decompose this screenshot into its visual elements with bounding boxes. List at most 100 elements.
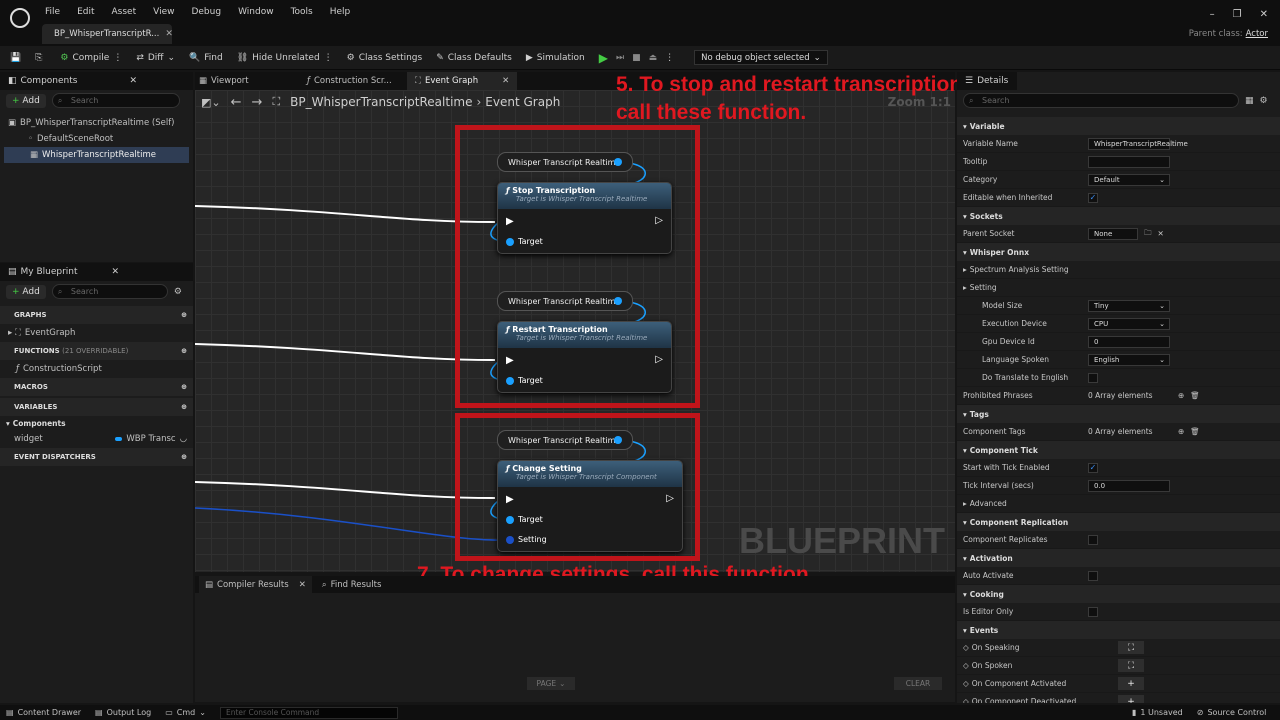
- debug-object-select[interactable]: No debug object selected ⌄: [694, 50, 828, 65]
- component-defaultsceneroot[interactable]: ◦ DefaultSceneRoot: [0, 131, 193, 147]
- minimize-icon[interactable]: –: [1210, 9, 1215, 20]
- view-event-icon[interactable]: ⛶: [1118, 641, 1144, 654]
- clear-icon[interactable]: ✕: [1158, 229, 1164, 238]
- parent-class-value[interactable]: Actor: [1246, 29, 1268, 39]
- component-whispertranscriptrealtime[interactable]: ▦ WhisperTranscriptRealtime: [4, 147, 189, 163]
- components-search-input[interactable]: ⌕ Search: [51, 93, 180, 108]
- property-checkbox[interactable]: ✓: [1088, 462, 1098, 473]
- add-circle-icon[interactable]: ⊕: [1178, 391, 1184, 400]
- close-tab-icon[interactable]: ✕: [165, 29, 173, 39]
- menu-help[interactable]: Help: [330, 7, 351, 17]
- class-settings-button[interactable]: ⚙ Class Settings: [347, 53, 423, 63]
- details-row[interactable]: ▾ Component Tick: [957, 441, 1280, 459]
- menu-window[interactable]: Window: [238, 7, 274, 17]
- browse-socket-icon[interactable]: 🗀: [1144, 227, 1152, 240]
- find-button[interactable]: 🔍 Find: [189, 53, 223, 63]
- class-defaults-button[interactable]: ✎ Class Defaults: [436, 53, 512, 63]
- property-input[interactable]: [1088, 155, 1170, 168]
- play-icon[interactable]: ▶: [599, 51, 608, 65]
- details-row[interactable]: ▾ Sockets: [957, 207, 1280, 225]
- property-checkbox[interactable]: [1088, 606, 1098, 617]
- gear-icon[interactable]: ⚙: [1260, 96, 1268, 106]
- trash-icon[interactable]: 🗑: [1190, 427, 1200, 436]
- property-dropdown[interactable]: Default ⌄: [1088, 173, 1170, 186]
- property-checkbox[interactable]: ✓: [1088, 192, 1098, 203]
- details-row[interactable]: ▸ Setting: [957, 279, 1280, 297]
- details-search-input[interactable]: ⌕ Search: [963, 93, 1239, 108]
- unsaved-indicator[interactable]: ▮ 1 Unsaved: [1132, 708, 1183, 717]
- add-member-button[interactable]: + Add: [6, 284, 46, 299]
- my-blueprint-tab[interactable]: ▤ My Blueprint ✕: [0, 263, 193, 281]
- more-icon[interactable]: ⋮: [665, 53, 674, 63]
- details-row[interactable]: ▾ Whisper Onnx: [957, 243, 1280, 261]
- details-row[interactable]: ▾ Cooking: [957, 585, 1280, 603]
- compile-button[interactable]: ⚙ Compile ⋮: [60, 53, 122, 63]
- diff-button[interactable]: ⇄ Diff ⌄: [136, 53, 175, 63]
- menu-view[interactable]: View: [153, 7, 174, 17]
- simulation-button[interactable]: ▶ Simulation: [526, 53, 585, 63]
- variables-section[interactable]: VARIABLES ⊕: [0, 398, 193, 416]
- tab-find-results[interactable]: ⌕ Find Results: [322, 580, 382, 590]
- add-circle-icon[interactable]: ⊕: [181, 383, 187, 391]
- details-row[interactable]: ▸ Advanced: [957, 495, 1280, 513]
- console-input[interactable]: Enter Console Command: [219, 706, 398, 719]
- details-row[interactable]: ▾ Tags: [957, 405, 1280, 423]
- close-window-icon[interactable]: ✕: [1260, 9, 1268, 20]
- add-component-button[interactable]: + Add: [6, 93, 46, 108]
- property-input[interactable]: 0: [1088, 335, 1170, 348]
- add-event-icon[interactable]: +: [1118, 677, 1144, 690]
- property-input[interactable]: 0.0: [1088, 479, 1170, 492]
- add-circle-icon[interactable]: ⊕: [181, 347, 187, 355]
- tab-construction-script[interactable]: ƒ Construction Scr...: [307, 72, 392, 90]
- content-drawer-button[interactable]: ▤ Content Drawer: [6, 708, 81, 717]
- component-self[interactable]: ▣ BP_WhisperTranscriptRealtime (Self): [0, 115, 193, 131]
- graphs-section[interactable]: GRAPHS ⊕: [0, 306, 193, 324]
- trash-icon[interactable]: 🗑: [1190, 391, 1200, 400]
- eye-icon[interactable]: ◡: [180, 434, 187, 444]
- functions-section[interactable]: FUNCTIONS (21 OVERRIDABLE) ⊕: [0, 342, 193, 360]
- tab-viewport[interactable]: ▦ Viewport: [199, 72, 249, 90]
- menu-tools[interactable]: Tools: [291, 7, 313, 17]
- menu-edit[interactable]: Edit: [77, 7, 94, 17]
- tab-event-graph[interactable]: ⛶ Event Graph ✕: [407, 72, 517, 90]
- tab-compiler-results[interactable]: ▤ Compiler Results ✕: [199, 576, 312, 593]
- close-icon[interactable]: ✕: [502, 76, 509, 86]
- eject-icon[interactable]: ⏏: [649, 53, 658, 63]
- add-circle-icon[interactable]: ⊕: [181, 403, 187, 411]
- event-dispatchers-section[interactable]: EVENT DISPATCHERS ⊕: [0, 448, 193, 466]
- save-icon[interactable]: 💾: [10, 53, 21, 63]
- asset-tab[interactable]: BP_WhisperTranscriptR... ✕: [42, 24, 173, 44]
- menu-asset[interactable]: Asset: [112, 7, 137, 17]
- more-icon[interactable]: ⋮: [113, 53, 122, 63]
- close-icon[interactable]: ✕: [112, 267, 120, 277]
- view-event-icon[interactable]: ⛶: [1118, 659, 1144, 672]
- details-tab[interactable]: ☰ Details: [957, 72, 1017, 90]
- property-dropdown[interactable]: Tiny ⌄: [1088, 299, 1170, 312]
- property-dropdown[interactable]: CPU ⌄: [1088, 317, 1170, 330]
- add-circle-icon[interactable]: ⊕: [181, 453, 187, 461]
- unreal-logo-icon[interactable]: [10, 8, 30, 28]
- table-view-icon[interactable]: ▦: [1245, 96, 1254, 106]
- event-graph-item[interactable]: ▸ ⛶ EventGraph: [0, 324, 193, 342]
- clear-button[interactable]: CLEAR: [894, 677, 942, 690]
- hide-unrelated-button[interactable]: ⛓ Hide Unrelated ⋮: [237, 53, 333, 63]
- my-blueprint-search-input[interactable]: ⌕ Search: [51, 284, 168, 299]
- add-circle-icon[interactable]: ⊕: [1178, 427, 1184, 436]
- property-input[interactable]: None: [1088, 227, 1138, 240]
- browse-icon[interactable]: ⎘: [35, 53, 42, 63]
- construction-script-item[interactable]: ƒ ConstructionScript: [0, 360, 193, 378]
- close-icon[interactable]: ✕: [129, 76, 137, 86]
- menu-debug[interactable]: Debug: [191, 7, 221, 17]
- more-icon[interactable]: ⋮: [324, 53, 333, 63]
- page-button[interactable]: PAGE ⌄: [527, 677, 575, 690]
- source-control-button[interactable]: ⊘ Source Control: [1197, 708, 1267, 717]
- stop-icon[interactable]: ■: [632, 53, 641, 63]
- details-row[interactable]: ▾ Events: [957, 621, 1280, 639]
- cmd-button[interactable]: ▭ Cmd ⌄: [165, 708, 206, 717]
- details-row[interactable]: ▸ Spectrum Analysis Setting: [957, 261, 1280, 279]
- widget-variable[interactable]: widget WBP Transc ◡: [0, 431, 193, 446]
- menu-file[interactable]: File: [45, 7, 60, 17]
- output-log-button[interactable]: ▤ Output Log: [95, 708, 151, 717]
- details-row[interactable]: ▾ Component Replication: [957, 513, 1280, 531]
- property-dropdown[interactable]: English ⌄: [1088, 353, 1170, 366]
